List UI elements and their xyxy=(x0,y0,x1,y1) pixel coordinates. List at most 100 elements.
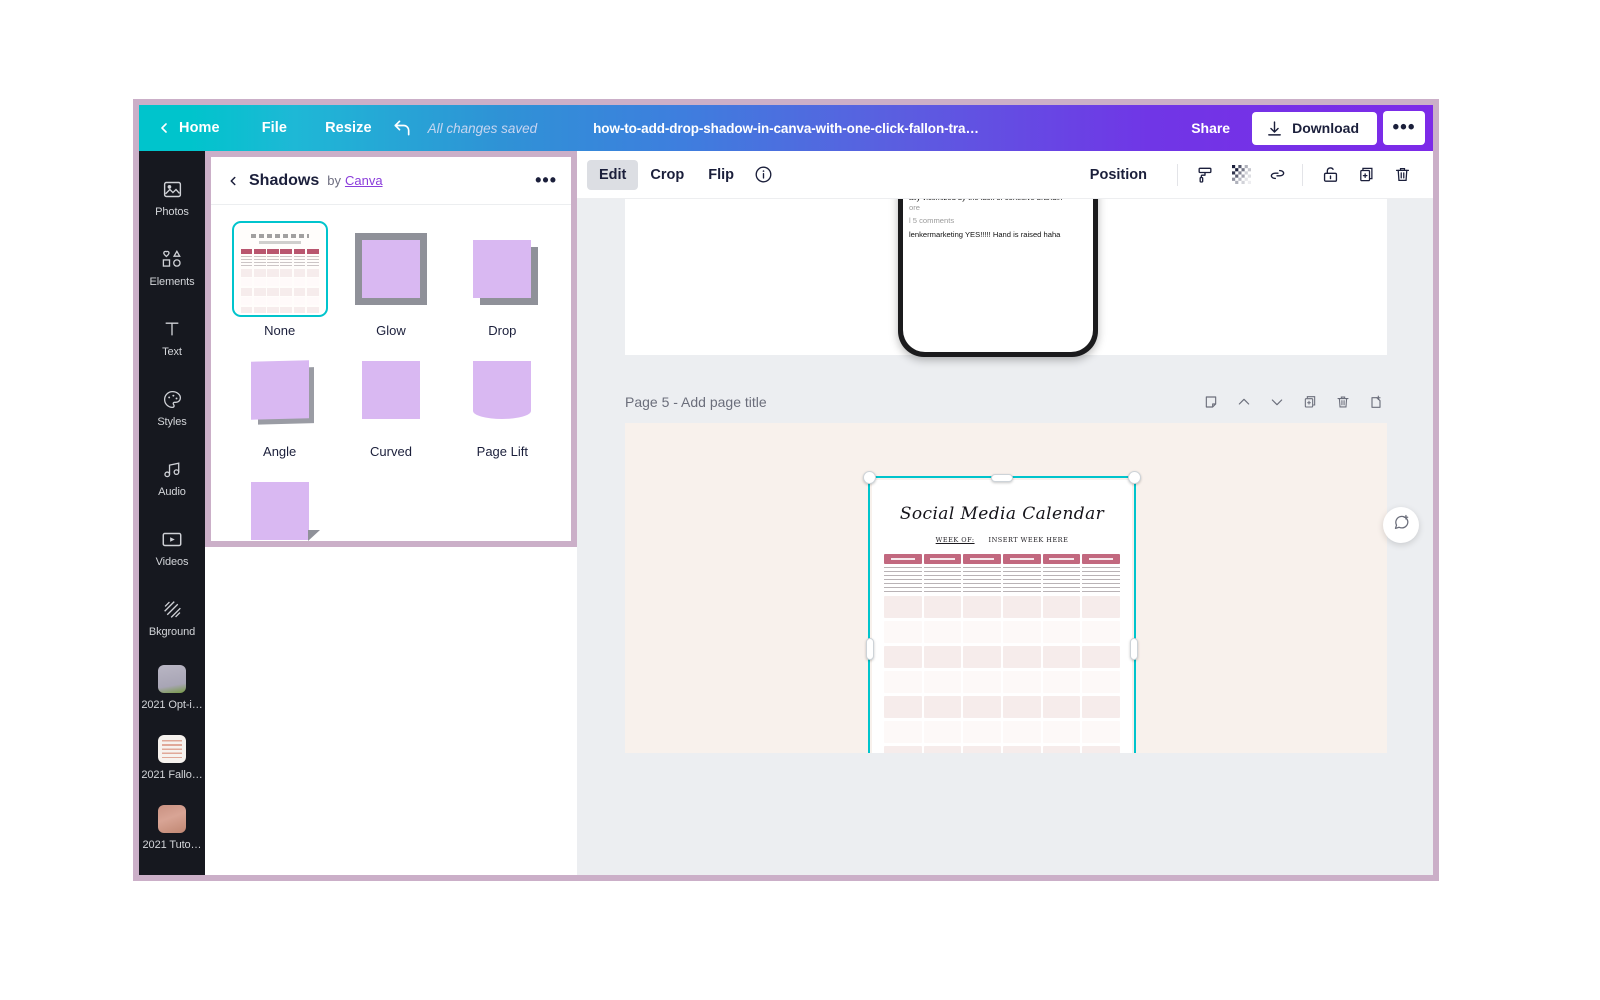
paint-roller-icon[interactable] xyxy=(1190,160,1220,190)
shadow-preview-glow xyxy=(343,221,439,317)
top-toolbar: Home File Resize All changes saved how-t… xyxy=(139,105,1433,151)
download-label: Download xyxy=(1292,120,1359,136)
page-title-row[interactable]: Page 5 - Add page title xyxy=(625,394,767,410)
phone-mockup: ews · Liked by thebanenebrand lbossbrand… xyxy=(898,199,1098,357)
page-title-separator: - xyxy=(669,394,682,410)
table-row xyxy=(884,621,1121,643)
add-comment-button[interactable] xyxy=(1383,507,1419,543)
shadow-preview-angle xyxy=(232,342,328,438)
sidebar-label: Audio xyxy=(158,486,186,498)
undo-icon[interactable] xyxy=(388,114,416,142)
duplicate-icon[interactable] xyxy=(1351,160,1381,190)
sidebar-item-folder-optin[interactable]: 2021 Opt-i… xyxy=(139,653,205,723)
trash-icon[interactable] xyxy=(1387,160,1417,190)
duplicate-page-icon[interactable] xyxy=(1299,391,1321,413)
page-4-canvas[interactable]: ews · Liked by thebanenebrand lbossbrand… xyxy=(625,199,1387,357)
instagram-reply-line: lenkermarketing YES!!!!! Hand is raised … xyxy=(909,229,1061,239)
sidebar-item-text[interactable]: Text xyxy=(139,303,205,373)
table-row xyxy=(884,721,1121,743)
text-icon xyxy=(160,318,184,340)
shadow-label: Drop xyxy=(488,323,517,338)
table-description-row xyxy=(884,567,1121,593)
sidebar-item-folder-fallon[interactable]: 2021 Fallo… xyxy=(139,723,205,793)
sidebar-label: Videos xyxy=(155,556,189,568)
shadow-option-backdrop[interactable]: Backdrop xyxy=(229,463,330,541)
canva-app-window: Home File Resize All changes saved how-t… xyxy=(139,105,1433,875)
shadow-preview-none xyxy=(231,221,328,317)
table-row xyxy=(884,696,1121,718)
sidebar-label: Text xyxy=(162,346,182,358)
add-page-icon[interactable] xyxy=(1365,391,1387,413)
delete-page-icon[interactable] xyxy=(1332,391,1354,413)
shadow-preview-thumbnail xyxy=(235,225,324,313)
panel-author-link[interactable]: Canva xyxy=(345,173,383,188)
shadow-preview-backdrop xyxy=(232,463,328,541)
move-up-icon[interactable] xyxy=(1233,391,1255,413)
position-button[interactable]: Position xyxy=(1078,160,1159,190)
shadow-label: Glow xyxy=(376,323,406,338)
styles-icon xyxy=(160,388,184,410)
shadows-panel-frame: Shadows by Canva ••• None Glow Drop Angl… xyxy=(205,151,577,547)
edit-button[interactable]: Edit xyxy=(587,159,639,190)
phone-screen: ews · Liked by thebanenebrand lbossbrand… xyxy=(903,199,1093,352)
shadow-preview-curved xyxy=(343,342,439,438)
crop-button[interactable]: Crop xyxy=(638,160,696,190)
lock-icon[interactable] xyxy=(1315,160,1345,190)
transparency-icon[interactable] xyxy=(1226,160,1256,190)
shadow-preview-page-lift xyxy=(454,342,550,438)
sidebar-label: 2021 Tuto… xyxy=(142,839,202,851)
shadow-option-curved[interactable]: Curved xyxy=(340,342,441,459)
table-row xyxy=(884,671,1121,693)
object-toolbar: Edit Crop Flip Position xyxy=(577,151,1433,199)
panel-more-icon[interactable]: ••• xyxy=(535,170,557,191)
canva-app-frame: Home File Resize All changes saved how-t… xyxy=(133,99,1439,881)
shadow-label: Page Lift xyxy=(476,444,528,459)
home-button[interactable]: Home xyxy=(177,105,248,151)
week-of-value: INSERT WEEK HERE xyxy=(988,536,1069,544)
canvas-scroll-area[interactable]: ews · Liked by thebanenebrand lbossbrand… xyxy=(577,199,1433,875)
info-circle-icon[interactable] xyxy=(748,160,778,190)
videos-icon xyxy=(160,528,184,550)
sidebar-item-audio[interactable]: Audio xyxy=(139,443,205,513)
shadow-option-glow[interactable]: Glow xyxy=(340,221,441,338)
instagram-caption-line-2: ally victimized by the lack of cohesive … xyxy=(907,199,1089,203)
document-week-line: WEEK OF: INSERT WEEK HERE xyxy=(884,536,1120,544)
table-row xyxy=(884,646,1121,668)
folder-thumb-optin-icon xyxy=(158,665,186,693)
sidebar-item-folder-tutorial[interactable]: 2021 Tuto… xyxy=(139,793,205,863)
folder-thumb-fallon-icon xyxy=(158,735,186,763)
add-comment-icon xyxy=(1392,513,1411,537)
move-down-icon[interactable] xyxy=(1266,391,1288,413)
panel-title: Shadows xyxy=(249,171,320,189)
resize-button[interactable]: Resize xyxy=(311,105,388,151)
sidebar-item-elements[interactable]: Elements xyxy=(139,233,205,303)
page-5-canvas[interactable]: Social Media Calendar WEEK OF: INSERT WEE… xyxy=(625,423,1387,753)
shadow-options-grid: None Glow Drop Angle Curved Page Lift xyxy=(211,205,571,541)
sidebar-item-styles[interactable]: Styles xyxy=(139,373,205,443)
page-number-label: Page 5 xyxy=(625,394,670,410)
sidebar-item-photos[interactable]: Photos xyxy=(139,163,205,233)
link-icon[interactable] xyxy=(1262,160,1292,190)
sidebar-item-background[interactable]: Bkground xyxy=(139,583,205,653)
more-horizontal-icon[interactable]: ••• xyxy=(1383,111,1425,145)
panel-by-label: by xyxy=(327,173,341,188)
file-menu-button[interactable]: File xyxy=(248,105,311,151)
social-media-calendar-document[interactable]: Social Media Calendar WEEK OF: INSERT WEE… xyxy=(872,480,1132,753)
toolbar-divider xyxy=(1302,163,1303,186)
shadow-option-drop[interactable]: Drop xyxy=(452,221,553,338)
sidebar-item-videos[interactable]: Videos xyxy=(139,513,205,583)
sidebar-label: Styles xyxy=(157,416,187,428)
left-sidebar: Photos Elements Text Styles Audio Videos… xyxy=(139,151,205,875)
notes-icon[interactable] xyxy=(1200,391,1222,413)
document-title[interactable]: how-to-add-drop-shadow-in-canva-with-one… xyxy=(593,121,979,136)
page-title-placeholder[interactable]: Add page title xyxy=(681,394,767,410)
flip-button[interactable]: Flip xyxy=(696,160,746,190)
shadow-option-angle[interactable]: Angle xyxy=(229,342,330,459)
photos-icon xyxy=(160,178,184,200)
shadow-option-page-lift[interactable]: Page Lift xyxy=(452,342,553,459)
back-icon[interactable] xyxy=(151,115,177,141)
share-button[interactable]: Share xyxy=(1175,113,1246,143)
shadow-option-none[interactable]: None xyxy=(229,221,330,338)
download-button[interactable]: Download xyxy=(1252,111,1377,145)
panel-back-icon[interactable] xyxy=(223,171,243,191)
